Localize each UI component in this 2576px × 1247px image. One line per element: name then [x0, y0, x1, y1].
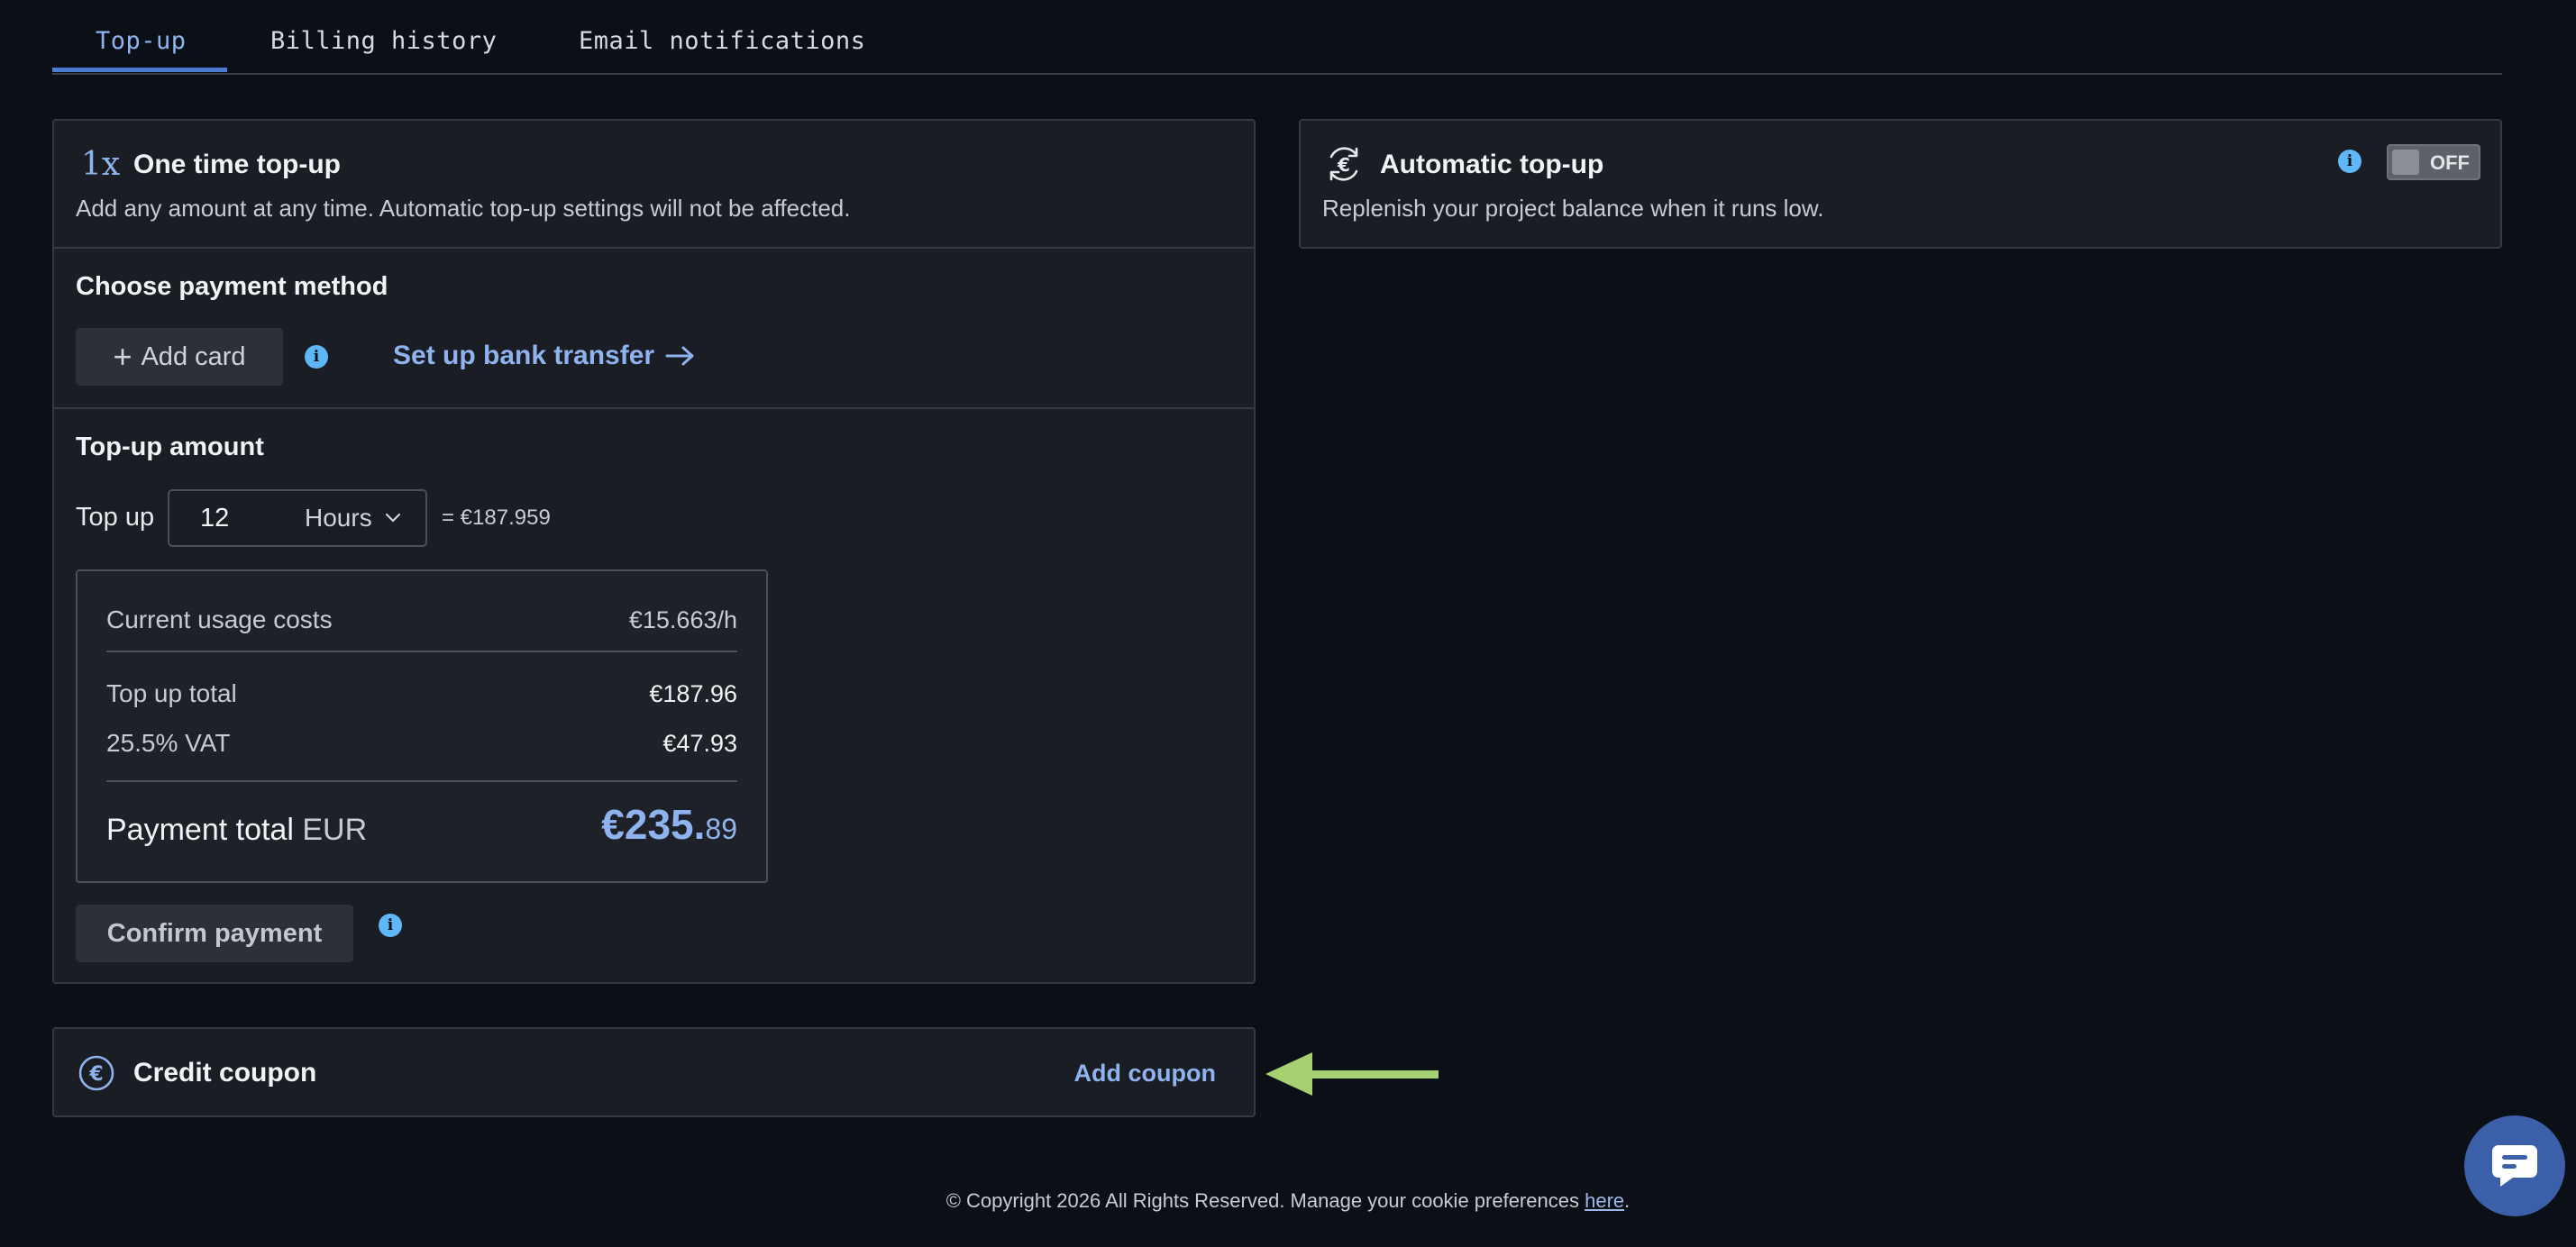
info-icon[interactable]: i	[305, 345, 328, 369]
chat-bubble-icon	[2492, 1145, 2537, 1187]
tab-email-notifications[interactable]: Email notifications	[579, 27, 865, 55]
arrow-right-icon	[665, 346, 694, 366]
bank-transfer-link[interactable]: Set up bank transfer	[393, 341, 696, 371]
unit-select-value: Hours	[305, 504, 372, 532]
confirm-payment-button[interactable]: Confirm payment	[76, 905, 353, 962]
svg-text:€: €	[1337, 154, 1350, 176]
summary-divider	[106, 651, 737, 652]
credit-coupon-card: € Credit coupon Add coupon	[52, 1027, 1256, 1117]
automatic-topup-title: Automatic top-up	[1380, 150, 1604, 179]
info-icon[interactable]: i	[2338, 150, 2361, 173]
toggle-knob	[2392, 150, 2419, 175]
payment-total-major: €235.	[601, 801, 706, 848]
one-time-topup-title: One time top-up	[133, 150, 341, 179]
chat-button[interactable]	[2464, 1115, 2565, 1216]
info-icon[interactable]: i	[379, 914, 402, 937]
payment-total-value: €235.89	[601, 800, 737, 849]
current-usage-label: Current usage costs	[106, 605, 333, 633]
euro-refresh-icon: €	[1329, 147, 1358, 181]
tab-top-up[interactable]: Top-up	[96, 27, 187, 55]
automatic-topup-subtitle: Replenish your project balance when it r…	[1322, 195, 1824, 222]
one-time-topup-card: 1x One time top-up Add any amount at any…	[52, 119, 1256, 984]
vat-label: 25.5% VAT	[106, 729, 231, 757]
payment-total-minor: 89	[705, 813, 737, 845]
add-coupon-link[interactable]: Add coupon	[1074, 1060, 1216, 1088]
divider	[54, 407, 1254, 409]
footer-end: .	[1624, 1189, 1631, 1212]
chevron-down-icon	[385, 513, 400, 523]
current-usage-value: €15.663/h	[628, 606, 737, 633]
tab-bar: Top-up Billing history Email notificatio…	[52, 0, 2502, 75]
cookie-preferences-link[interactable]: here	[1585, 1189, 1624, 1212]
bank-transfer-label: Set up bank transfer	[393, 341, 655, 370]
topup-total-value: €187.96	[649, 680, 737, 707]
active-tab-indicator	[52, 68, 227, 72]
payment-total-label-group: Payment total EUR	[106, 813, 367, 848]
automatic-topup-toggle[interactable]: OFF	[2387, 144, 2480, 180]
topup-amount-title: Top-up amount	[76, 432, 264, 461]
payment-summary: Current usage costs €15.663/h Top up tot…	[76, 569, 768, 883]
divider	[54, 247, 1254, 249]
annotation-arrow-icon	[1265, 1052, 1439, 1096]
payment-total-label: Payment total	[106, 813, 294, 847]
add-card-button[interactable]: + Add card	[76, 328, 283, 386]
summary-divider	[106, 780, 737, 782]
credit-coupon-title: Credit coupon	[133, 1058, 317, 1088]
euro-coin-icon: €	[78, 1055, 114, 1091]
topup-amount-input[interactable]	[173, 495, 290, 542]
svg-text:€: €	[88, 1063, 103, 1086]
one-time-topup-subtitle: Add any amount at any time. Automatic to…	[76, 195, 851, 222]
tab-billing-history[interactable]: Billing history	[270, 27, 497, 55]
vat-value: €47.93	[662, 730, 737, 757]
unit-select[interactable]: Hours	[305, 491, 425, 545]
topup-total-label: Top up total	[106, 679, 237, 707]
footer-text: © Copyright 2026 All Rights Reserved. Ma…	[945, 1189, 1585, 1212]
payment-total-currency: EUR	[302, 813, 368, 847]
add-card-label: Add card	[141, 341, 246, 371]
plus-icon: +	[113, 338, 132, 375]
topup-input-group: Hours	[168, 489, 427, 547]
footer-copyright: © Copyright 2026 All Rights Reserved. Ma…	[0, 1189, 2576, 1213]
one-x-icon: 1x	[81, 146, 121, 183]
automatic-topup-card: € Automatic top-up Replenish your projec…	[1299, 119, 2502, 249]
payment-method-title: Choose payment method	[76, 272, 388, 301]
top-up-prefix: Top up	[76, 503, 155, 532]
topup-equals-value: = €187.959	[442, 505, 551, 530]
toggle-label: OFF	[2430, 151, 2470, 174]
